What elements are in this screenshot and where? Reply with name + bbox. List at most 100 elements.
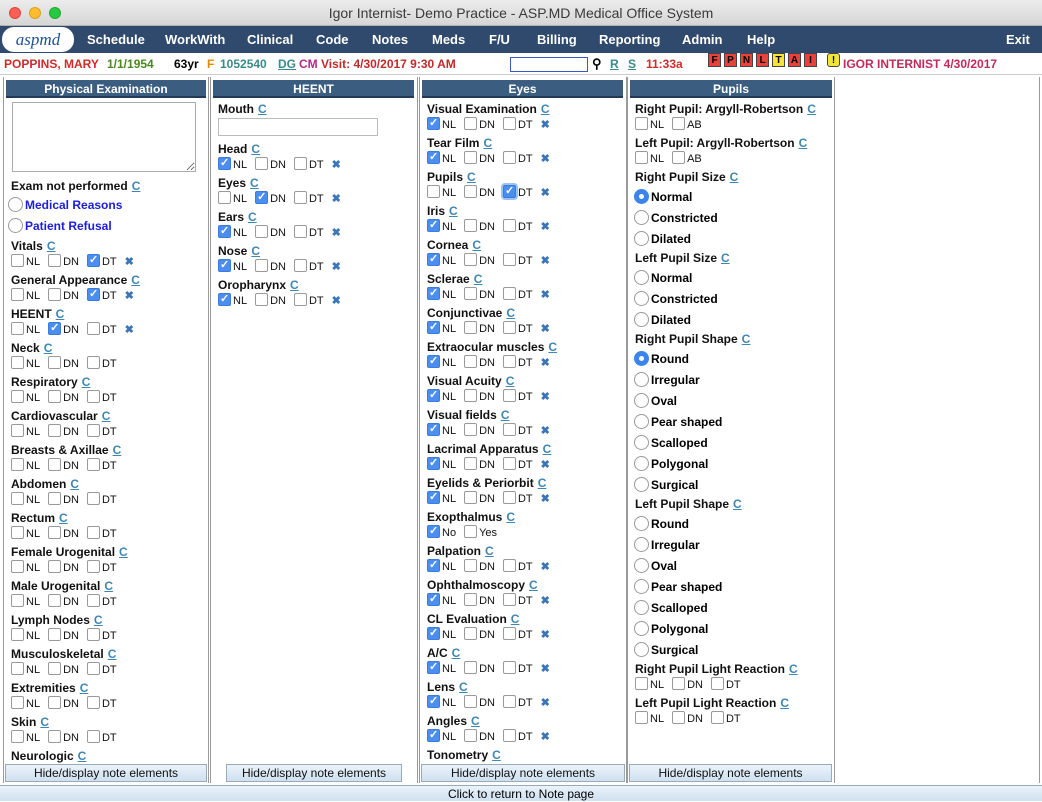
flag-l[interactable]: L [756, 53, 769, 67]
eyes-eyelids-periorbit-dt-checkbox[interactable] [502, 491, 516, 504]
cm-link[interactable]: CM [299, 53, 318, 75]
left-pupil-argyll-c-link[interactable]: C [799, 136, 808, 150]
left-pupil-shape-surgical-option[interactable]: Surgical [634, 642, 698, 657]
left-pupil-shape-oval-option[interactable]: Oval [634, 558, 677, 573]
eyes-eyelids-periorbit-dn-checkbox[interactable] [464, 491, 478, 504]
abdomen-nl-checkbox[interactable] [11, 492, 24, 505]
alert-icon[interactable]: ! [827, 53, 840, 67]
menu-billing[interactable]: Billing [537, 26, 577, 53]
dg-link[interactable]: DG [278, 53, 296, 75]
eyes-lacrimal-apparatus-nl-checkbox[interactable] [427, 456, 440, 470]
eyes-visual-fields-dt-checkbox[interactable] [502, 423, 516, 436]
menu-workwith[interactable]: WorkWith [165, 26, 225, 53]
neck-dn-checkbox[interactable] [48, 356, 62, 369]
zoom-window-icon[interactable] [49, 7, 61, 19]
heent-oropharynx-clear-icon[interactable]: ✖ [332, 295, 341, 307]
female-urogenital-nl-checkbox[interactable] [11, 560, 24, 573]
abdomen-c-link[interactable]: C [70, 477, 79, 491]
extremities-dt-checkbox[interactable] [86, 696, 100, 709]
eyes-visual-examination-dt-checkbox[interactable] [502, 117, 516, 130]
left-pupil-shape-irregular-option[interactable]: Irregular [634, 537, 700, 552]
col1-hide-display-button[interactable]: Hide/display note elements [5, 764, 207, 782]
eyes-palpation-dt-checkbox[interactable] [502, 559, 516, 572]
flag-n[interactable]: N [740, 53, 753, 67]
heent-clear-icon[interactable]: ✖ [125, 324, 134, 336]
eyes-visual-examination-dn-checkbox[interactable] [464, 117, 478, 130]
eyes-visual-acuity-dt-checkbox[interactable] [502, 389, 516, 402]
general-appearance-nl-checkbox[interactable] [11, 288, 24, 301]
right-pupil-shape-oval-radio[interactable] [634, 393, 649, 408]
eyes-eyelids-periorbit-c-link[interactable]: C [538, 476, 547, 490]
eyes-pupils-dn-checkbox[interactable] [464, 185, 478, 198]
female-urogenital-dt-checkbox[interactable] [86, 560, 100, 573]
general-appearance-dn-checkbox[interactable] [48, 288, 62, 301]
patient-search-input[interactable] [510, 57, 588, 72]
right-pupil-shape-surgical-radio[interactable] [634, 477, 649, 492]
general-appearance-clear-icon[interactable]: ✖ [125, 290, 134, 302]
eyes-sclerae-clear-icon[interactable]: ✖ [541, 289, 550, 301]
eyes-pupils-nl-checkbox[interactable] [427, 185, 440, 198]
left-pupil-size-constricted-radio[interactable] [634, 291, 649, 306]
right-pupil-shape-c-link[interactable]: C [742, 332, 751, 346]
left-pupil-size-dilated-radio[interactable] [634, 312, 649, 327]
menu-reporting[interactable]: Reporting [599, 26, 660, 53]
left-pupil-argyll-ab-checkbox[interactable] [672, 151, 686, 164]
menu-code[interactable]: Code [316, 26, 349, 53]
left-pupil-shape-oval-radio[interactable] [634, 558, 649, 573]
eyes-conjunctivae-nl-checkbox[interactable] [427, 320, 440, 334]
flag-t[interactable]: T [772, 53, 785, 67]
left-pupil-size-normal-option[interactable]: Normal [634, 270, 692, 285]
eyes-exopthalmus-yes-checkbox[interactable] [464, 525, 478, 538]
eyes-exopthalmus-no-checkbox[interactable] [427, 524, 440, 538]
eyes-lens-clear-icon[interactable]: ✖ [541, 697, 550, 709]
r-link[interactable]: R [610, 53, 619, 75]
left-pupil-shape-scalloped-radio[interactable] [634, 600, 649, 615]
eyes-visual-fields-nl-checkbox[interactable] [427, 422, 440, 436]
aspmd-logo[interactable]: aspmd [2, 27, 74, 52]
right-pupil-light-reaction-nl-checkbox[interactable] [635, 677, 648, 690]
eyes-cornea-nl-checkbox[interactable] [427, 252, 440, 266]
female-urogenital-dn-checkbox[interactable] [48, 560, 62, 573]
right-pupil-size-c-link[interactable]: C [730, 170, 739, 184]
col4-hide-display-button[interactable]: Hide/display note elements [629, 764, 832, 782]
cardiovascular-c-link[interactable]: C [102, 409, 111, 423]
right-pupil-argyll-nl-checkbox[interactable] [635, 117, 648, 130]
heent-eyes-clear-icon[interactable]: ✖ [332, 193, 341, 205]
eyes-cl-evaluation-dt-checkbox[interactable] [502, 627, 516, 640]
eyes-lens-dn-checkbox[interactable] [464, 695, 478, 708]
left-pupil-shape-pear-shaped-option[interactable]: Pear shaped [634, 579, 722, 594]
right-pupil-shape-round-radio[interactable] [634, 351, 649, 366]
left-pupil-size-c-link[interactable]: C [721, 251, 730, 265]
lymph-nodes-c-link[interactable]: C [94, 613, 103, 627]
eyes-conjunctivae-dt-checkbox[interactable] [502, 321, 516, 334]
patient-refusal-option[interactable]: Patient Refusal [8, 218, 112, 233]
heent-eyes-dt-checkbox[interactable] [293, 191, 307, 204]
heent-ears-c-link[interactable]: C [248, 210, 257, 224]
eyes-ophthalmoscopy-dt-checkbox[interactable] [502, 593, 516, 606]
eyes-angles-clear-icon[interactable]: ✖ [541, 731, 550, 743]
musculoskeletal-c-link[interactable]: C [108, 647, 117, 661]
heent-c-link[interactable]: C [56, 307, 65, 321]
heent-nose-clear-icon[interactable]: ✖ [332, 261, 341, 273]
eyes-a-c-dn-checkbox[interactable] [464, 661, 478, 674]
right-pupil-shape-surgical-option[interactable]: Surgical [634, 477, 698, 492]
abdomen-dn-checkbox[interactable] [48, 492, 62, 505]
heent-head-dn-checkbox[interactable] [255, 157, 269, 170]
exam-not-performed-c-link[interactable]: C [132, 179, 141, 193]
eyes-lens-dt-checkbox[interactable] [502, 695, 516, 708]
vitals-c-link[interactable]: C [47, 239, 56, 253]
heent-dn-checkbox[interactable] [48, 321, 62, 335]
eyes-visual-fields-c-link[interactable]: C [501, 408, 510, 422]
left-pupil-light-reaction-dn-checkbox[interactable] [672, 711, 686, 724]
heent-nl-checkbox[interactable] [11, 322, 24, 335]
eyes-eyelids-periorbit-clear-icon[interactable]: ✖ [541, 493, 550, 505]
eyes-extraocular-muscles-dt-checkbox[interactable] [502, 355, 516, 368]
left-pupil-shape-pear-shaped-radio[interactable] [634, 579, 649, 594]
right-pupil-size-normal-option[interactable]: Normal [634, 189, 692, 204]
right-pupil-shape-round-option[interactable]: Round [634, 351, 689, 366]
neck-nl-checkbox[interactable] [11, 356, 24, 369]
eyes-lacrimal-apparatus-clear-icon[interactable]: ✖ [541, 459, 550, 471]
general-appearance-c-link[interactable]: C [131, 273, 140, 287]
right-pupil-shape-irregular-radio[interactable] [634, 372, 649, 387]
heent-nose-nl-checkbox[interactable] [218, 258, 231, 272]
